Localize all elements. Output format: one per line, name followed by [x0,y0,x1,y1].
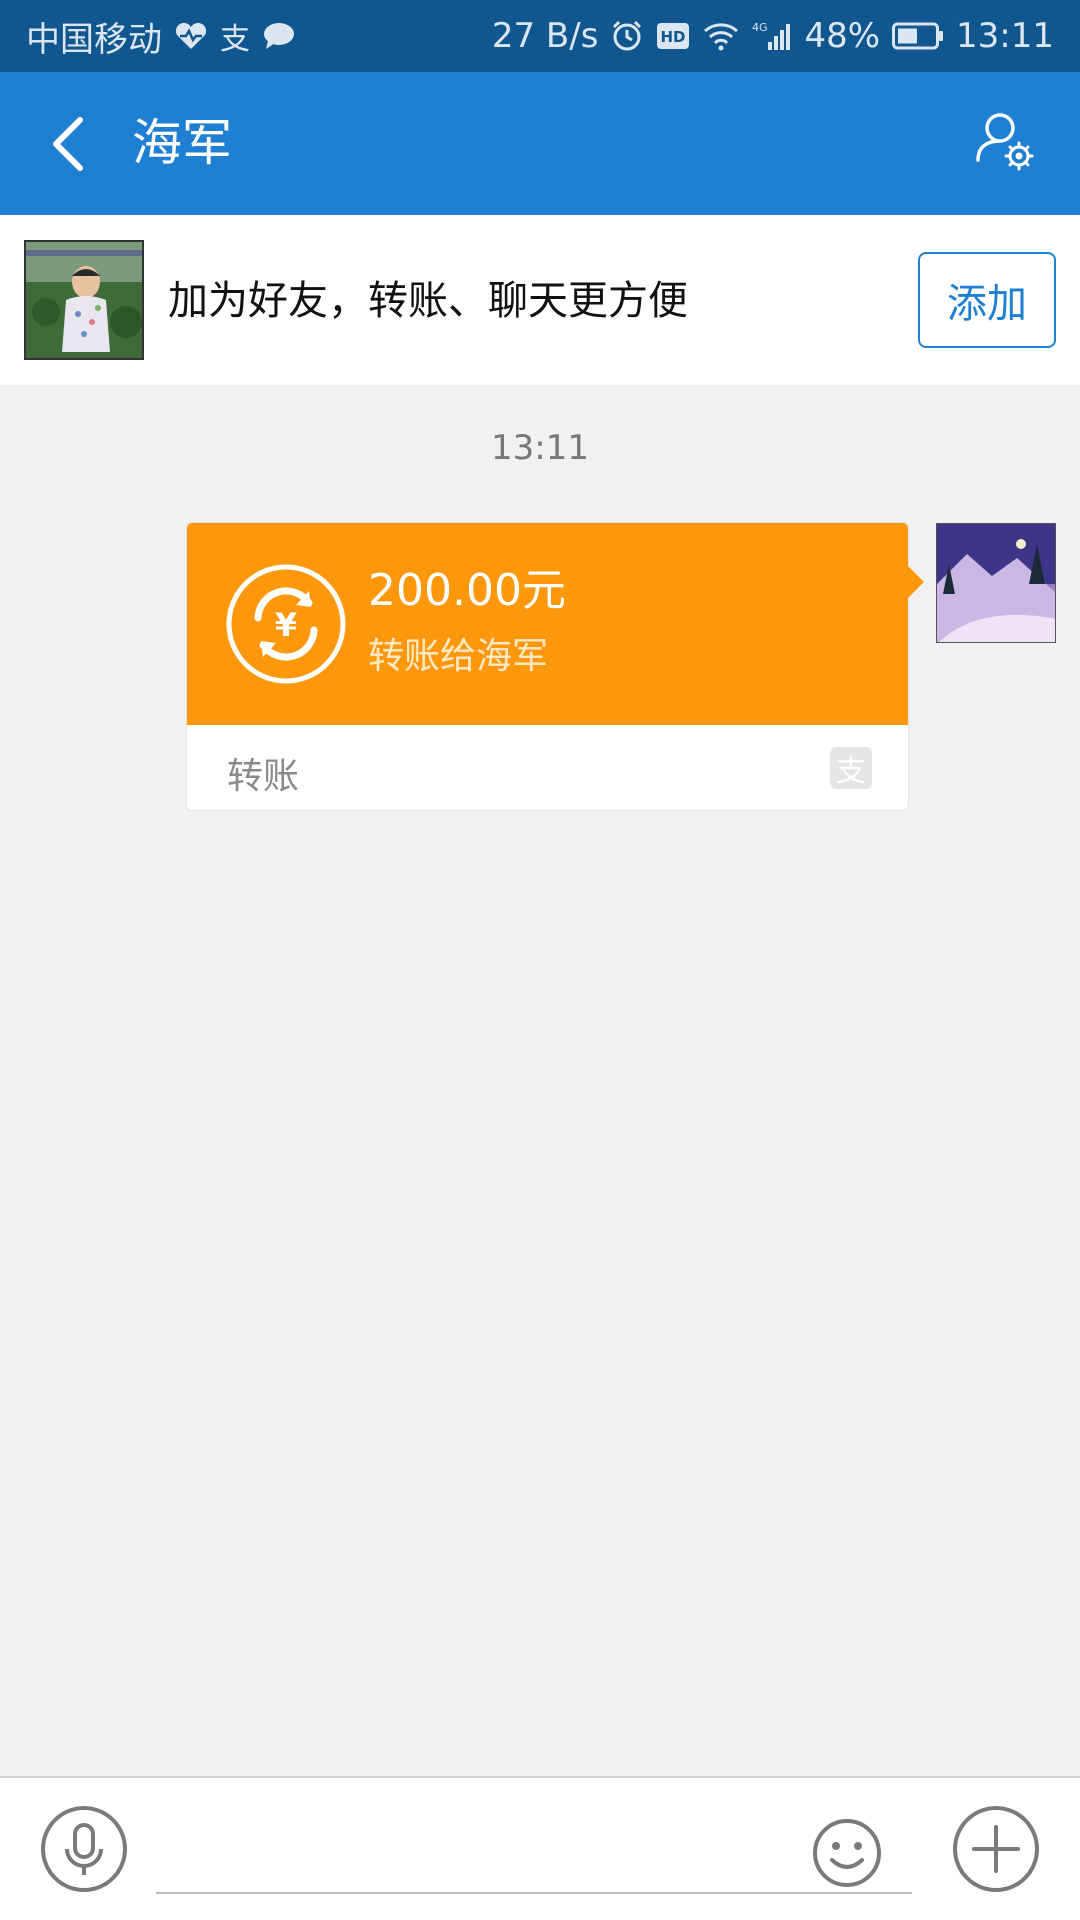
status-bar: 中国移动 支 27 B/s HD 4G 48% 13:11 [0,0,1080,72]
input-bar [0,1776,1080,1920]
svg-text:HD: HD [661,28,686,46]
voice-input-button[interactable] [40,1805,128,1893]
chat-title: 海军 [132,114,232,172]
signal-4g-icon: 4G [752,20,792,52]
status-time: 13:11 [956,16,1054,56]
bubble-tail [908,566,924,598]
emoji-icon [813,1819,881,1887]
emoji-button[interactable] [812,1818,882,1888]
friend-avatar[interactable] [24,240,144,360]
network-speed: 27 B/s [491,16,599,56]
banner-text: 加为好友，转账、聊天更方便 [168,278,688,324]
title-bar: 海军 [0,72,1080,215]
plus-icon [953,1806,1039,1892]
transfer-card-header: ¥ 200.00元 转账给海军 [187,523,908,725]
battery-icon [892,22,944,50]
hd-icon: HD [656,22,690,50]
status-right: 27 B/s HD 4G 48% 13:11 [492,16,1054,56]
message-icon [262,21,296,51]
alarm-icon [610,19,644,53]
transfer-message-card[interactable]: ¥ 200.00元 转账给海军 转账 支 [186,522,909,811]
message-timestamp: 13:11 [491,428,589,468]
transfer-description: 转账给海军 [368,636,549,677]
transfer-footer-label: 转账 [227,756,300,797]
status-left: 中国移动 支 [26,12,296,61]
battery-percent: 48% [804,16,881,56]
wifi-icon [702,21,740,51]
transfer-card-footer: 转账 支 [187,725,908,810]
more-options-button[interactable] [952,1805,1040,1893]
add-friend-button[interactable]: 添加 [918,252,1056,348]
svg-text:¥: ¥ [275,606,297,644]
user-settings-icon [976,113,1034,171]
my-avatar[interactable] [936,523,1056,643]
alipay-status-icon: 支 [220,22,250,57]
chevron-left-icon [53,117,83,171]
back-button[interactable] [38,114,98,174]
transfer-amount: 200.00元 [368,565,566,616]
message-input[interactable] [156,1798,912,1894]
carrier-label: 中国移动 [26,19,162,60]
alipay-icon: 支 [830,747,872,789]
svg-text:4G: 4G [752,21,768,34]
heart-rate-icon [174,21,208,51]
profile-settings-button[interactable] [972,108,1038,174]
microphone-icon [41,1806,127,1892]
transfer-yuan-icon: ¥ [226,564,346,684]
